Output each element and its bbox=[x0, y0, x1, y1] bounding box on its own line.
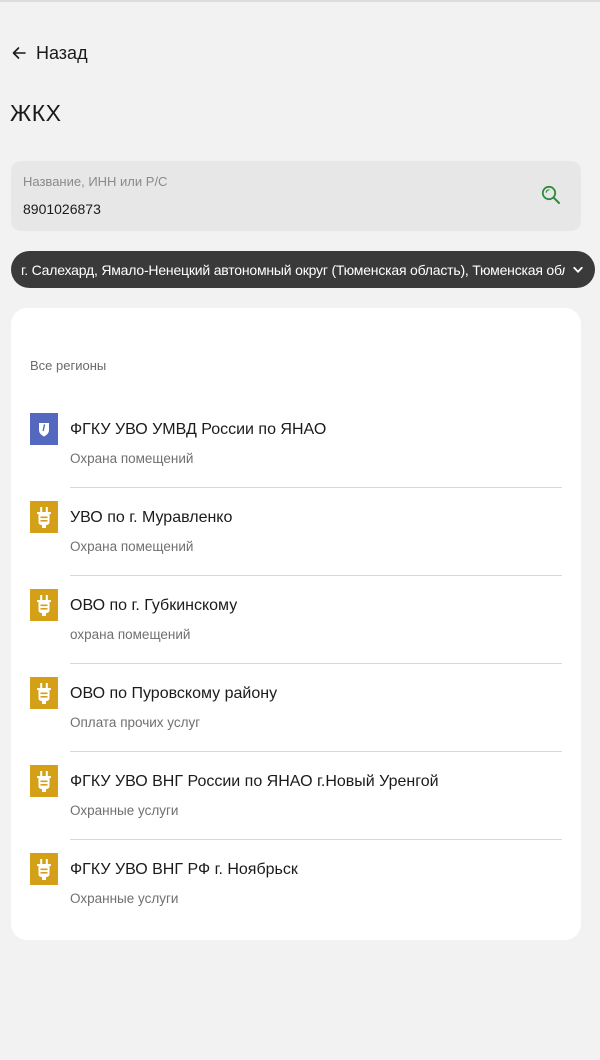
search-input[interactable]: 8901026873 bbox=[23, 201, 101, 217]
section-label: Все регионы bbox=[30, 358, 107, 373]
plug-icon bbox=[30, 589, 58, 621]
shield-icon bbox=[30, 413, 58, 445]
search-placeholder: Название, ИНН или Р/С bbox=[23, 174, 168, 189]
plug-icon bbox=[30, 765, 58, 797]
region-selector[interactable]: г. Салехард, Ямало-Ненецкий автономный о… bbox=[11, 251, 595, 288]
item-title: ФГКУ УВО ВНГ России по ЯНАО г.Новый Урен… bbox=[70, 773, 439, 790]
item-subtitle: Охранные услуги bbox=[70, 803, 179, 818]
providers-card: Все регионы ФГКУ УВО УМВД России по ЯНАО… bbox=[11, 308, 581, 940]
plug-icon bbox=[30, 853, 58, 885]
chevron-down-icon bbox=[573, 261, 583, 279]
plug-icon bbox=[30, 501, 58, 533]
list-item[interactable]: ФГКУ УВО ВНГ России по ЯНАО г.Новый Урен… bbox=[11, 752, 581, 840]
region-label: г. Салехард, Ямало-Ненецкий автономный о… bbox=[21, 261, 565, 278]
item-subtitle: Охрана помещений bbox=[70, 539, 194, 554]
item-subtitle: Охранные услуги bbox=[70, 891, 179, 906]
back-button[interactable]: Назад bbox=[11, 38, 88, 68]
arrow-left-icon bbox=[11, 45, 27, 61]
item-title: ОВО по г. Губкинскому bbox=[70, 597, 238, 614]
item-subtitle: охрана помещений bbox=[70, 627, 191, 642]
list-item[interactable]: ФГКУ УВО УМВД России по ЯНАО Охрана поме… bbox=[11, 400, 581, 488]
plug-icon bbox=[30, 677, 58, 709]
back-label: Назад bbox=[36, 42, 88, 63]
item-title: ФГКУ УВО УМВД России по ЯНАО bbox=[70, 421, 327, 438]
list-item[interactable]: УВО по г. Муравленко Охрана помещений bbox=[11, 488, 581, 576]
list-item[interactable]: ОВО по г. Губкинскому охрана помещений bbox=[11, 576, 581, 664]
item-title: ФГКУ УВО ВНГ РФ г. Ноябрьск bbox=[70, 861, 298, 878]
list-item[interactable]: ОВО по Пуровскому району Оплата прочих у… bbox=[11, 664, 581, 752]
item-title: ОВО по Пуровскому району bbox=[70, 685, 278, 702]
page-title: ЖКХ bbox=[10, 100, 62, 126]
item-subtitle: Охрана помещений bbox=[70, 451, 194, 466]
top-divider bbox=[0, 0, 600, 2]
list-item[interactable]: ФГКУ УВО ВНГ РФ г. Ноябрьск Охранные усл… bbox=[11, 840, 581, 928]
item-title: УВО по г. Муравленко bbox=[70, 509, 233, 526]
search-field[interactable]: Название, ИНН или Р/С 8901026873 bbox=[11, 161, 581, 231]
providers-list: ФГКУ УВО УМВД России по ЯНАО Охрана поме… bbox=[11, 400, 581, 928]
item-subtitle: Оплата прочих услуг bbox=[70, 715, 201, 730]
search-icon[interactable] bbox=[539, 183, 563, 207]
